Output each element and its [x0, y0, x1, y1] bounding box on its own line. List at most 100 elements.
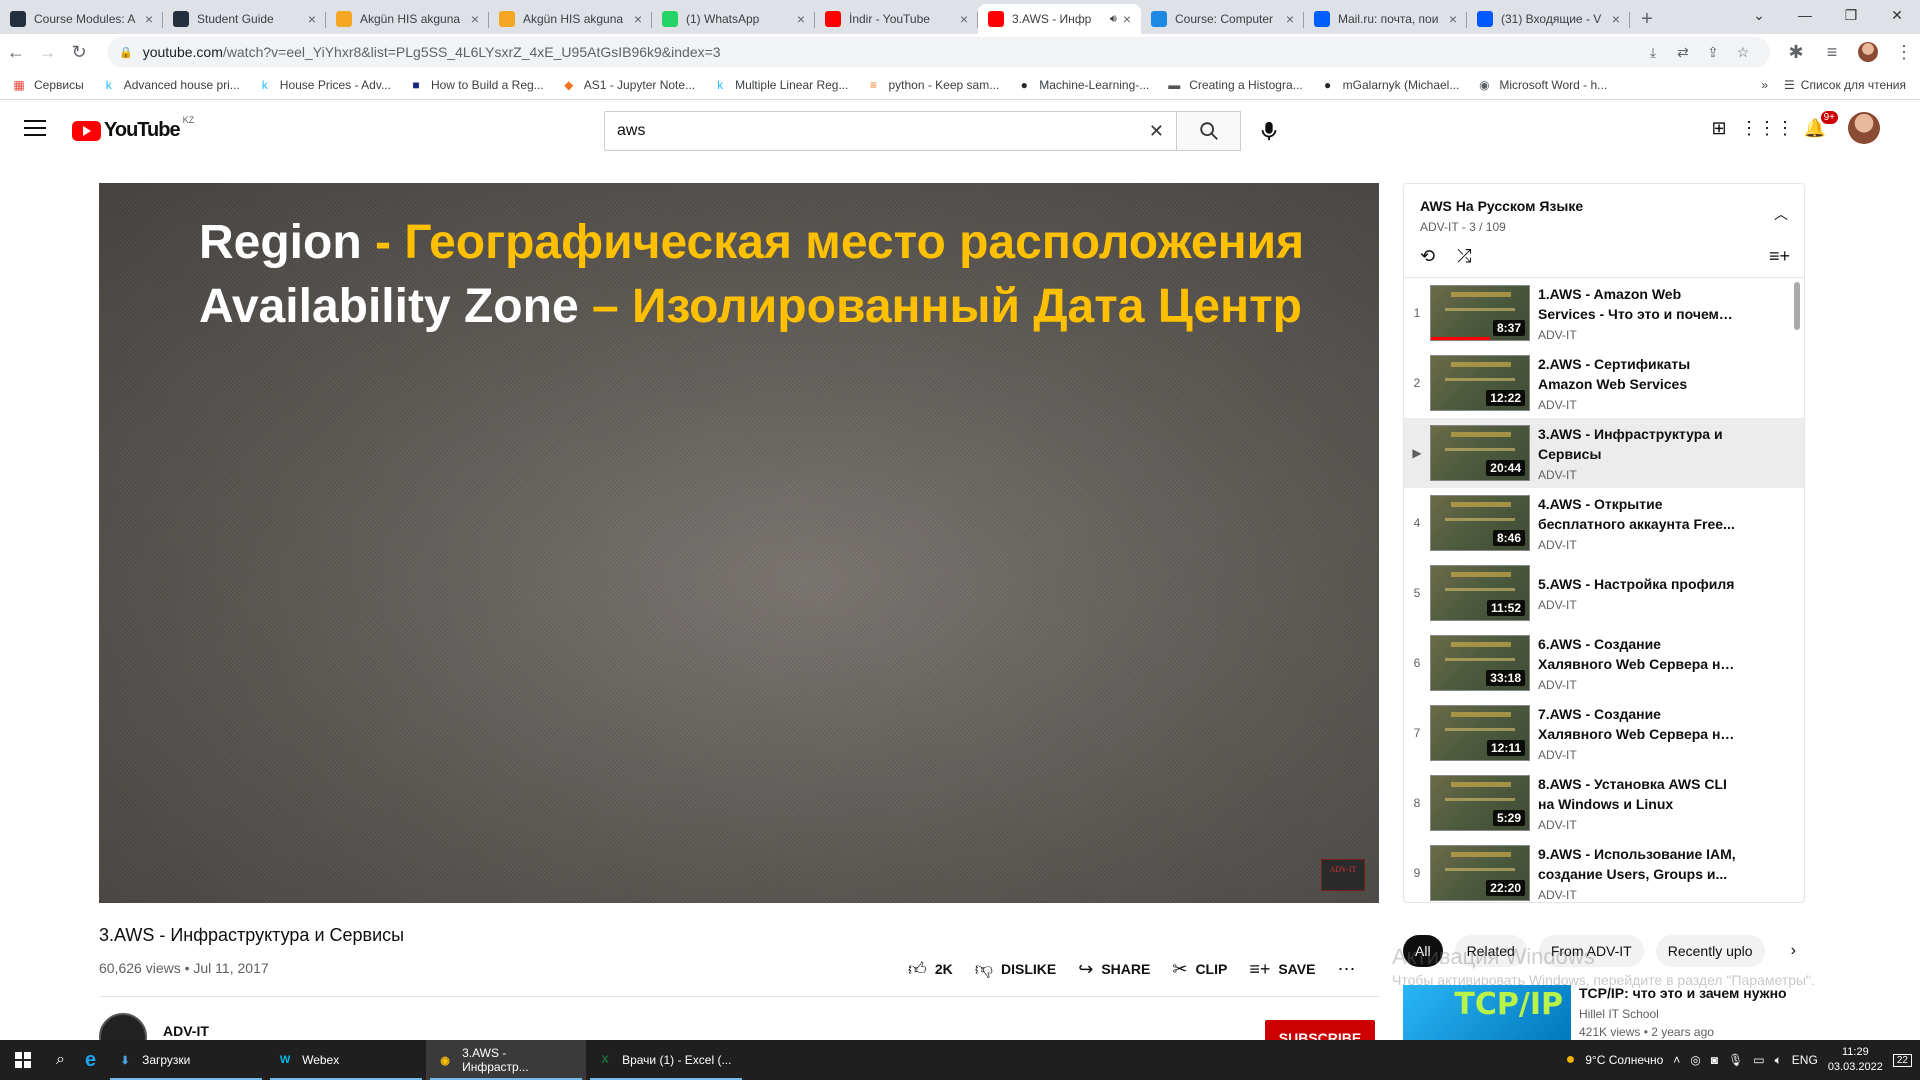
playlist-item-title[interactable]: 7.AWS - Создание Халявного Web Сервера н… — [1538, 704, 1738, 744]
browser-tab[interactable]: 3.AWS - Инфр 🔊︎ × — [978, 4, 1141, 34]
browser-tab[interactable]: (1) WhatsApp × — [652, 4, 815, 34]
dislike-button[interactable]: 👎︎ DISLIKE — [975, 958, 1057, 980]
playlist-item-title[interactable]: 9.AWS - Использование IAM, создание User… — [1538, 844, 1738, 884]
browser-menu-icon[interactable]: ⋮ — [1888, 36, 1920, 68]
taskbar-app[interactable]: ⬇ Загрузки — [106, 1040, 266, 1080]
tray-app-icon[interactable]: ◎ — [1690, 1053, 1700, 1067]
like-button[interactable]: 👍︎ 2K — [908, 958, 953, 980]
browser-tab[interactable]: Course: Computer × — [1141, 4, 1304, 34]
maximize-button[interactable]: ❐ — [1828, 0, 1874, 30]
browser-tab[interactable]: Student Guide × — [163, 4, 326, 34]
save-button[interactable]: ≡+ SAVE — [1249, 959, 1315, 980]
bookmark-item[interactable]: ◉ Microsoft Word - h... — [1477, 78, 1607, 92]
close-tab-icon[interactable]: × — [1612, 11, 1620, 27]
channel-watermark[interactable]: ADV-IT — [1321, 859, 1365, 891]
playlist-item-thumbnail[interactable]: 8:46 — [1430, 495, 1530, 551]
bookmark-item[interactable]: ■ How to Build a Reg... — [409, 78, 543, 92]
playlist-item-thumbnail[interactable]: 33:18 — [1430, 635, 1530, 691]
playlist-item-thumbnail[interactable]: 11:52 — [1430, 565, 1530, 621]
forward-button[interactable]: → — [32, 36, 64, 68]
taskbar-app[interactable]: W Webex — [266, 1040, 426, 1080]
playlist-item-thumbnail[interactable]: 20:44 — [1430, 425, 1530, 481]
close-tab-icon[interactable]: × — [471, 11, 479, 27]
playlist-item[interactable]: 4 8:46 4.AWS - Открытие бесплатного аккаун… — [1404, 488, 1804, 558]
reload-button[interactable]: ↻ — [63, 36, 95, 68]
browser-tab[interactable]: Akgün HIS akguna × — [489, 4, 652, 34]
internet-explorer-icon[interactable]: e — [75, 1040, 106, 1080]
browser-tab[interactable]: Mail.ru: почта, пои × — [1304, 4, 1467, 34]
playlist-item-thumbnail[interactable]: 8:37 — [1430, 285, 1530, 341]
account-avatar[interactable] — [1848, 112, 1880, 144]
install-icon[interactable]: ⤓ — [1638, 44, 1668, 61]
playlist-item-title[interactable]: 4.AWS - Открытие бесплатного аккаунта Fr… — [1538, 494, 1738, 534]
create-video-icon[interactable]: ⊞ — [1704, 113, 1734, 143]
tray-mic-icon[interactable]: 🎙︎ — [1728, 1053, 1743, 1067]
close-tab-icon[interactable]: × — [145, 11, 153, 27]
audio-playing-icon[interactable]: 🔊︎ — [1110, 13, 1117, 26]
playlist-item-thumbnail[interactable]: 12:11 — [1430, 705, 1530, 761]
voice-search-button[interactable] — [1249, 111, 1289, 151]
bookmark-item[interactable]: ◆ AS1 - Jupyter Note... — [562, 78, 695, 92]
playlist-item[interactable]: 2 12:22 2.AWS - Сертификаты Amazon Web Ser… — [1404, 348, 1804, 418]
playlist-item-thumbnail[interactable]: 22:20 — [1430, 845, 1530, 901]
browser-tab[interactable]: Course Modules: A × — [0, 4, 163, 34]
volume-icon[interactable]: 🔈︎ — [1775, 1053, 1782, 1068]
address-bar[interactable]: 🔒 youtube.com/watch?v=eel_YiYhxr8&list=P… — [107, 37, 1770, 67]
playlist-item[interactable]: 6 33:18 6.AWS - Создание Халявного Web Сер… — [1404, 628, 1804, 698]
filter-chip[interactable]: Recently uplo — [1655, 935, 1765, 967]
bookmark-item[interactable]: ● Machine-Learning-... — [1017, 78, 1150, 92]
tray-expand-icon[interactable]: ˄ — [1673, 1053, 1680, 1067]
chevron-right-icon[interactable]: › — [1791, 942, 1796, 960]
taskbar-app[interactable]: X Врачи (1) - Excel (... — [586, 1040, 746, 1080]
close-tab-icon[interactable]: × — [797, 11, 805, 27]
taskbar-search-icon[interactable]: ⌕ — [46, 1040, 75, 1080]
profile-avatar[interactable] — [1852, 36, 1884, 68]
browser-tab[interactable]: (31) Входящие - V × — [1467, 4, 1630, 34]
filter-chip[interactable]: Related — [1454, 935, 1527, 967]
translate-icon[interactable]: ⇄ — [1668, 44, 1698, 61]
recommended-thumbnail[interactable]: TCP/IP — [1403, 985, 1571, 1041]
browser-tab[interactable]: İndir - YouTube × — [815, 4, 978, 34]
collapse-playlist-icon[interactable]: ︿ — [1774, 204, 1788, 224]
share-button[interactable]: ↪ SHARE — [1078, 959, 1150, 980]
more-bookmarks-icon[interactable]: » — [1761, 78, 1768, 92]
taskbar-app[interactable]: ◉ 3.AWS - Инфрастр... — [426, 1040, 587, 1080]
language-indicator[interactable]: ENG — [1792, 1053, 1818, 1067]
playlist-item-title[interactable]: 3.AWS - Инфраструктура и Сервисы — [1538, 424, 1738, 464]
playlist-item-title[interactable]: 6.AWS - Создание Халявного Web Сервера н… — [1538, 634, 1738, 674]
new-tab-button[interactable]: + — [1630, 4, 1664, 34]
filter-chip[interactable]: All — [1403, 935, 1443, 967]
webcam-icon[interactable]: ◙ — [1711, 1053, 1718, 1067]
reading-list-icon[interactable]: ☰ — [1784, 78, 1795, 92]
playlist-item[interactable]: 1 8:37 1.AWS - Amazon Web Services - Что э… — [1404, 278, 1804, 348]
playlist-item[interactable]: 5 11:52 5.AWS - Настройка профиля ADV-IT — [1404, 558, 1804, 628]
recommended-video[interactable]: TCP/IP TCP/IP: что это и зачем нужно Hil… — [1403, 985, 1787, 1041]
search-button[interactable] — [1177, 111, 1241, 151]
action-center-icon[interactable]: 22 — [1892, 1053, 1912, 1067]
reading-list-label[interactable]: Список для чтения — [1801, 78, 1906, 92]
clip-button[interactable]: ✂ CLIP — [1172, 959, 1227, 980]
more-actions-icon[interactable]: ⋯ — [1337, 959, 1363, 980]
close-tab-icon[interactable]: × — [308, 11, 316, 27]
bookmark-item[interactable]: ● mGalarnyk (Michael... — [1321, 78, 1459, 92]
playlist-item[interactable]: 8 5:29 8.AWS - Установка AWS CLI на Window… — [1404, 768, 1804, 838]
playlist-item-thumbnail[interactable]: 5:29 — [1430, 775, 1530, 831]
loop-icon[interactable]: ⟲ — [1420, 246, 1435, 267]
guide-menu-icon[interactable] — [24, 120, 46, 138]
playlist-item-thumbnail[interactable]: 12:22 — [1430, 355, 1530, 411]
search-input[interactable]: aws ✕ — [604, 111, 1177, 151]
weather-icon[interactable]: ● — [1566, 1051, 1576, 1069]
playlist-item-title[interactable]: 2.AWS - Сертификаты Amazon Web Services — [1538, 354, 1738, 394]
weather-text[interactable]: 9°C Солнечно — [1585, 1053, 1663, 1067]
playlist-item[interactable]: 9 22:20 9.AWS - Использование IAM, создани… — [1404, 838, 1804, 902]
playlist-item-title[interactable]: 5.AWS - Настройка профиля — [1538, 574, 1734, 594]
bookmark-item[interactable]: k Multiple Linear Reg... — [713, 78, 848, 92]
bookmark-item[interactable]: ≡ python - Keep sam... — [866, 78, 999, 92]
playlist-title[interactable]: AWS На Русском Языке — [1420, 198, 1788, 214]
clock[interactable]: 11:29 03.03.2022 — [1828, 1045, 1883, 1075]
back-button[interactable]: ← — [0, 36, 32, 68]
bookmark-item[interactable]: k Advanced house pri... — [102, 78, 240, 92]
filter-chip[interactable]: From ADV-IT — [1538, 935, 1644, 967]
close-window-button[interactable]: ✕ — [1874, 0, 1920, 30]
video-player[interactable]: Region - Географическая место расположен… — [99, 183, 1379, 903]
